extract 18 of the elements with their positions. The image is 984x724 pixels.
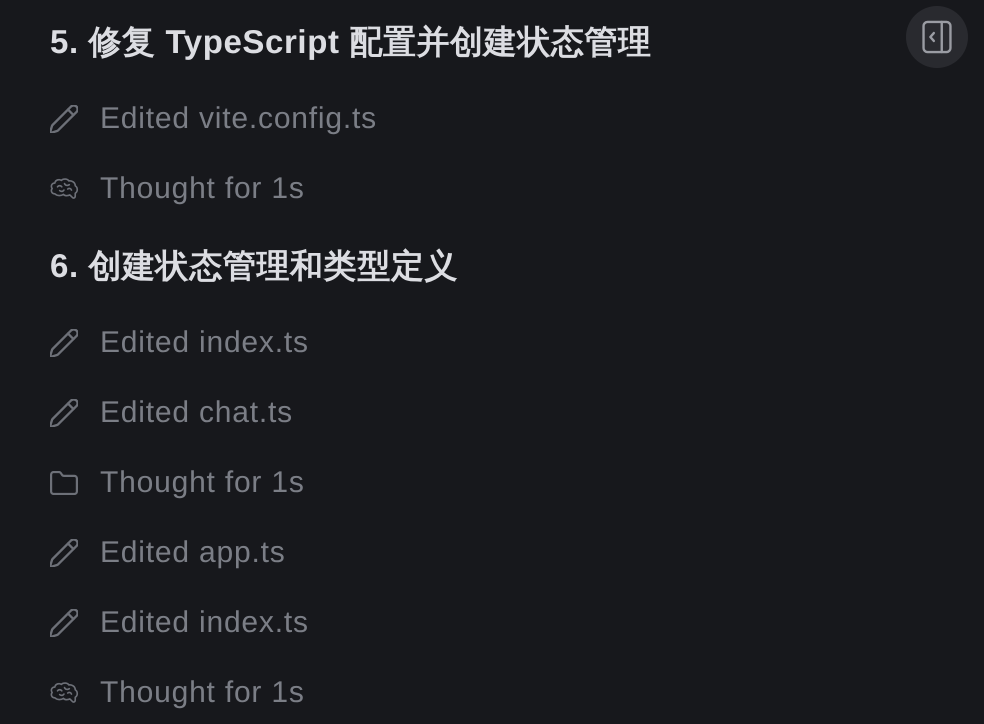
brain-icon (50, 178, 79, 200)
step-label: Edited app.ts (100, 536, 286, 570)
pencil-icon (50, 539, 78, 567)
section-heading: 6. 创建状态管理和类型定义 (50, 246, 458, 286)
section-heading: 5. 修复 TypeScript 配置并创建状态管理 (50, 22, 652, 62)
step-label: Edited index.ts (100, 326, 309, 360)
step-label: Edited vite.config.ts (100, 102, 377, 136)
step-label: Thought for 1s (100, 676, 305, 710)
folder-icon (50, 471, 78, 495)
step-label: Edited index.ts (100, 606, 309, 640)
step-label: Edited chat.ts (100, 396, 293, 430)
pencil-icon (50, 399, 78, 427)
step-label: Thought for 1s (100, 172, 305, 206)
step-label: Thought for 1s (100, 466, 305, 500)
brain-icon (50, 682, 79, 704)
pencil-icon (50, 329, 78, 357)
pencil-icon (50, 105, 78, 133)
pencil-icon (50, 609, 78, 637)
